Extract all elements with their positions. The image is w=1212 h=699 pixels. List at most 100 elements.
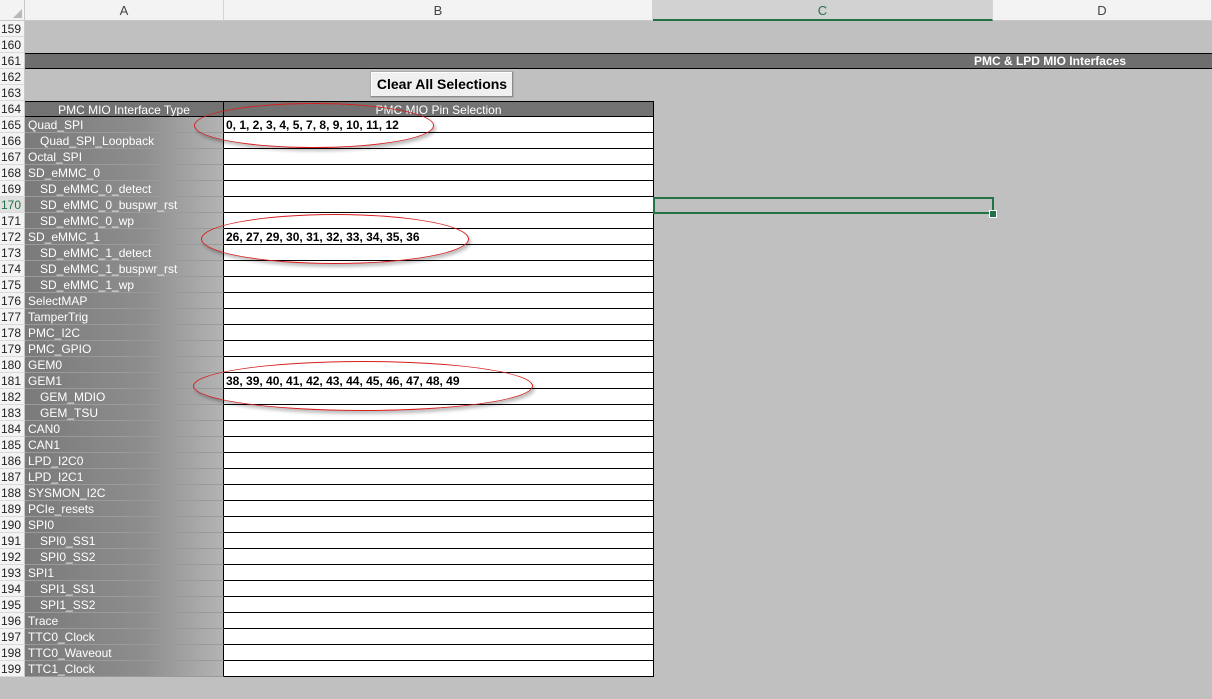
interface-type-cell[interactable]: SD_eMMC_0_buspwr_rst xyxy=(25,197,224,213)
row-number[interactable]: 182 xyxy=(0,389,25,405)
interface-type-cell[interactable]: SD_eMMC_0_detect xyxy=(25,181,224,197)
pin-selection-cell[interactable] xyxy=(224,197,654,213)
pin-selection-cell[interactable] xyxy=(224,245,654,261)
row-number[interactable]: 159 xyxy=(0,21,25,37)
row-number[interactable]: 189 xyxy=(0,501,25,517)
pin-selection-cell[interactable] xyxy=(224,645,654,661)
pin-selection-cell[interactable] xyxy=(224,549,654,565)
interface-type-cell[interactable]: SPI0 xyxy=(25,517,224,533)
pin-selection-cell[interactable]: 26, 27, 29, 30, 31, 32, 33, 34, 35, 36 xyxy=(224,229,654,245)
pin-selection-cell[interactable] xyxy=(224,213,654,229)
interface-type-cell[interactable]: SD_eMMC_1_buspwr_rst xyxy=(25,261,224,277)
row-number[interactable]: 192 xyxy=(0,549,25,565)
pin-selection-cell[interactable] xyxy=(224,181,654,197)
row-number[interactable]: 166 xyxy=(0,133,25,149)
row-number[interactable]: 185 xyxy=(0,437,25,453)
pin-selection-cell[interactable]: 0, 1, 2, 3, 4, 5, 7, 8, 9, 10, 11, 12 xyxy=(224,117,654,133)
interface-type-cell[interactable]: SPI1_SS1 xyxy=(25,581,224,597)
interface-type-cell[interactable]: Trace xyxy=(25,613,224,629)
row-number[interactable]: 174 xyxy=(0,261,25,277)
interface-type-cell[interactable]: SPI0_SS2 xyxy=(25,549,224,565)
pin-selection-cell[interactable] xyxy=(224,533,654,549)
pin-selection-cell[interactable] xyxy=(224,501,654,517)
row-number[interactable]: 181 xyxy=(0,373,25,389)
pin-selection-cell[interactable] xyxy=(224,277,654,293)
row-number[interactable]: 180 xyxy=(0,357,25,373)
interface-type-cell[interactable]: PCIe_resets xyxy=(25,501,224,517)
pin-selection-cell[interactable] xyxy=(224,261,654,277)
row-number[interactable]: 193 xyxy=(0,565,25,581)
interface-type-cell[interactable]: PMC_I2C xyxy=(25,325,224,341)
row-number[interactable]: 173 xyxy=(0,245,25,261)
interface-type-cell[interactable]: TTC1_Clock xyxy=(25,661,224,677)
row-number[interactable]: 164 xyxy=(0,101,25,117)
column-header-c[interactable]: C xyxy=(653,0,993,21)
column-header-d[interactable]: D xyxy=(993,0,1212,21)
interface-type-cell[interactable]: SD_eMMC_1 xyxy=(25,229,224,245)
interface-type-cell[interactable]: LPD_I2C1 xyxy=(25,469,224,485)
pin-selection-cell[interactable] xyxy=(224,357,654,373)
interface-type-cell[interactable]: SPI1 xyxy=(25,565,224,581)
interface-type-cell[interactable]: TamperTrig xyxy=(25,309,224,325)
interface-type-cell[interactable]: Quad_SPI_Loopback xyxy=(25,133,224,149)
clear-all-selections-button[interactable]: Clear All Selections xyxy=(370,71,514,98)
interface-type-cell[interactable]: CAN1 xyxy=(25,437,224,453)
row-number[interactable]: 169 xyxy=(0,181,25,197)
pin-selection-cell[interactable] xyxy=(224,165,654,181)
row-number[interactable]: 186 xyxy=(0,453,25,469)
pin-selection-cell[interactable] xyxy=(224,341,654,357)
pin-selection-cell[interactable] xyxy=(224,581,654,597)
interface-type-cell[interactable]: SD_eMMC_1_detect xyxy=(25,245,224,261)
row-number[interactable]: 198 xyxy=(0,645,25,661)
row-number[interactable]: 187 xyxy=(0,469,25,485)
row-number[interactable]: 196 xyxy=(0,613,25,629)
row-number[interactable]: 190 xyxy=(0,517,25,533)
row-number[interactable]: 163 xyxy=(0,85,25,101)
row-number[interactable]: 162 xyxy=(0,69,25,85)
interface-type-cell[interactable]: SD_eMMC_1_wp xyxy=(25,277,224,293)
pin-selection-cell[interactable] xyxy=(224,149,654,165)
row-number[interactable]: 175 xyxy=(0,277,25,293)
row-number[interactable]: 197 xyxy=(0,629,25,645)
pin-selection-cell[interactable] xyxy=(224,613,654,629)
active-cell-selection[interactable] xyxy=(653,197,994,214)
column-header-a[interactable]: A xyxy=(25,0,224,21)
pin-selection-cell[interactable] xyxy=(224,597,654,613)
interface-type-cell[interactable]: GEM_TSU xyxy=(25,405,224,421)
interface-type-cell[interactable]: TTC0_Clock xyxy=(25,629,224,645)
row-number[interactable]: 178 xyxy=(0,325,25,341)
row-number[interactable]: 184 xyxy=(0,421,25,437)
interface-type-cell[interactable]: PMC_GPIO xyxy=(25,341,224,357)
pin-selection-cell[interactable] xyxy=(224,421,654,437)
interface-type-cell[interactable]: SYSMON_I2C xyxy=(25,485,224,501)
row-number[interactable]: 161 xyxy=(0,53,25,69)
pin-selection-cell[interactable] xyxy=(224,309,654,325)
pin-selection-cell[interactable]: 38, 39, 40, 41, 42, 43, 44, 45, 46, 47, … xyxy=(224,373,654,389)
row-number[interactable]: 195 xyxy=(0,597,25,613)
row-number[interactable]: 179 xyxy=(0,341,25,357)
pin-selection-cell[interactable] xyxy=(224,469,654,485)
interface-type-cell[interactable]: LPD_I2C0 xyxy=(25,453,224,469)
row-number[interactable]: 171 xyxy=(0,213,25,229)
pin-selection-cell[interactable] xyxy=(224,437,654,453)
interface-type-cell[interactable]: SPI1_SS2 xyxy=(25,597,224,613)
pin-selection-cell[interactable] xyxy=(224,293,654,309)
pin-selection-cell[interactable] xyxy=(224,661,654,677)
row-number[interactable]: 194 xyxy=(0,581,25,597)
interface-type-cell[interactable]: SPI0_SS1 xyxy=(25,533,224,549)
row-number[interactable]: 160 xyxy=(0,37,25,53)
interface-type-cell[interactable]: SD_eMMC_0 xyxy=(25,165,224,181)
row-number[interactable]: 183 xyxy=(0,405,25,421)
row-number[interactable]: 165 xyxy=(0,117,25,133)
column-header-b[interactable]: B xyxy=(224,0,653,21)
interface-type-cell[interactable]: SD_eMMC_0_wp xyxy=(25,213,224,229)
interface-type-cell[interactable]: Octal_SPI xyxy=(25,149,224,165)
row-number[interactable]: 191 xyxy=(0,533,25,549)
row-number[interactable]: 168 xyxy=(0,165,25,181)
interface-type-cell[interactable]: CAN0 xyxy=(25,421,224,437)
select-all-corner[interactable] xyxy=(0,0,25,21)
interface-type-cell[interactable]: Quad_SPI xyxy=(25,117,224,133)
interface-type-cell[interactable]: GEM_MDIO xyxy=(25,389,224,405)
interface-type-cell[interactable]: GEM0 xyxy=(25,357,224,373)
pin-selection-cell[interactable] xyxy=(224,389,654,405)
